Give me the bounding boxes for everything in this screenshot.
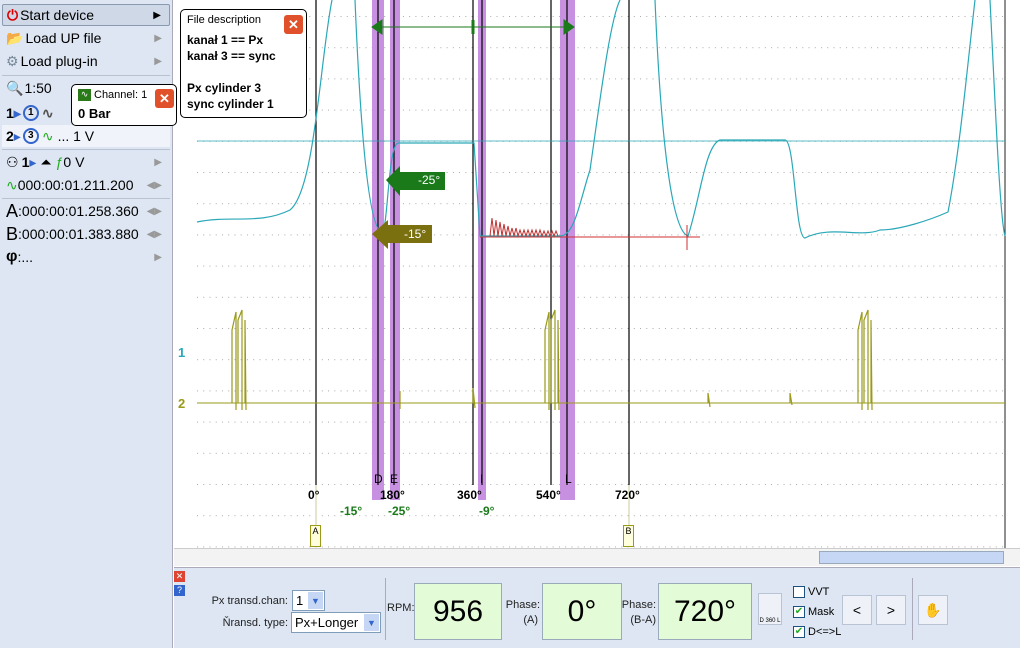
arrow-label: -15° bbox=[404, 227, 427, 241]
angle-label: -9° bbox=[479, 504, 495, 518]
trigger-level-icon: ƒ bbox=[55, 154, 64, 170]
cursor-b-tag[interactable]: B bbox=[623, 525, 634, 547]
cursor-a-tag[interactable]: A bbox=[310, 525, 321, 547]
chevron-right-icon: ▶ bbox=[154, 55, 162, 67]
prev-button[interactable]: < bbox=[842, 595, 872, 625]
rpm-display: 956 bbox=[414, 583, 502, 640]
marker-letter: E bbox=[390, 472, 399, 486]
px-chan-select[interactable]: 1 ▼ bbox=[292, 590, 325, 611]
transd-type-select[interactable]: Px+Longer ▼ bbox=[291, 612, 381, 633]
next-button[interactable]: > bbox=[876, 595, 906, 625]
close-panel-icon[interactable]: ✕ bbox=[174, 571, 185, 582]
pretrigger-row[interactable]: ∿ 000:00:01.211.200 ◀▶ bbox=[2, 174, 170, 196]
magnifier-icon: 🔍 bbox=[6, 79, 24, 96]
channel-icon: ∿ bbox=[78, 89, 91, 101]
channel-2-row[interactable]: 2 ▸ 3 ∿... 1 V bbox=[2, 125, 170, 147]
load-plugin-button[interactable]: ⚙ Load plug-in ▶ bbox=[2, 50, 170, 72]
phase-a-display: 0° bbox=[542, 583, 622, 640]
marker-letter: D bbox=[374, 472, 383, 486]
channel-badge: 1 bbox=[22, 105, 39, 121]
file-description-popup: File description ✕ kanał 1 == Px kanał 3… bbox=[180, 9, 307, 118]
cursor-b-row[interactable]: B:000:00:01.383.880 ◀▶ bbox=[2, 223, 170, 245]
power-icon: ⏻ bbox=[7, 6, 19, 23]
chevron-right-icon: ▶ bbox=[154, 32, 162, 44]
trigger-edge-icon: ⏶ bbox=[40, 153, 52, 170]
vvt-checkbox[interactable]: VVT bbox=[793, 586, 829, 598]
chevron-right-icon: ▶ bbox=[154, 156, 162, 168]
degree-label: 0° bbox=[308, 488, 320, 502]
arrows-icon[interactable]: ◀▶ bbox=[147, 229, 162, 240]
binoculars-icon: ⚇ bbox=[6, 153, 19, 170]
mask-checkbox[interactable]: ✔ Mask bbox=[793, 606, 834, 618]
arrow-label: -25° bbox=[418, 173, 441, 187]
horizontal-scrollbar[interactable] bbox=[174, 548, 1020, 566]
phi-row[interactable]: φ:... ▶ bbox=[2, 246, 170, 268]
start-device-button[interactable]: ⏻ Start device ▶ bbox=[2, 4, 170, 26]
degree-label: 180° bbox=[380, 488, 405, 502]
angle-label: -15° bbox=[340, 504, 363, 518]
degree-label: 360° bbox=[457, 488, 482, 502]
angle-label: -25° bbox=[388, 504, 411, 518]
trigger-row[interactable]: ⚇ 1 ▸ ⏶ ƒ 0 V ▶ bbox=[2, 151, 170, 173]
chevron-right-icon: ▶ bbox=[154, 251, 162, 263]
folder-icon: 📂 bbox=[6, 29, 24, 46]
cursor-a-row[interactable]: A:000:00:01.258.360 ◀▶ bbox=[2, 200, 170, 222]
hand-tool-button[interactable]: ✋ bbox=[918, 595, 948, 625]
help-icon[interactable]: ? bbox=[174, 585, 185, 596]
pretrigger-icon: ∿ bbox=[6, 176, 18, 193]
gear-icon: ⚙ bbox=[6, 52, 19, 69]
channel-2-marker[interactable]: 2 bbox=[178, 396, 185, 411]
channel-popup: ∿ Channel: 1 ✕ 0 Bar bbox=[71, 84, 177, 126]
phase-panel: ✕ ? Px transd.chan: 1 ▼ Ňransd. type: Px+… bbox=[174, 567, 1020, 648]
degree-label: 720° bbox=[615, 488, 640, 502]
wave-icon: ∿ bbox=[41, 104, 54, 121]
phase-ba-display: 720° bbox=[658, 583, 752, 640]
arrows-icon[interactable]: ◀▶ bbox=[147, 180, 162, 191]
degree-label: 540° bbox=[536, 488, 561, 502]
chevron-down-icon: ▼ bbox=[364, 614, 379, 631]
d360l-button[interactable]: D 360 L bbox=[758, 593, 782, 625]
channel-badge: 3 bbox=[22, 128, 39, 144]
chevron-down-icon: ▼ bbox=[308, 592, 323, 609]
load-up-file-button[interactable]: 📂 Load UP file ▶ bbox=[2, 27, 170, 49]
marker-letter: I bbox=[480, 472, 484, 486]
scrollbar-thumb[interactable] bbox=[819, 551, 1004, 564]
chevron-right-icon: ▶ bbox=[153, 9, 161, 21]
close-icon[interactable]: ✕ bbox=[155, 89, 174, 108]
arrows-icon[interactable]: ◀▶ bbox=[147, 206, 162, 217]
wave-icon: ∿ bbox=[41, 127, 54, 144]
dl-checkbox[interactable]: ✔ D<=>L bbox=[793, 626, 841, 638]
close-icon[interactable]: ✕ bbox=[284, 15, 303, 34]
marker-letter: L bbox=[565, 472, 572, 486]
channel-1-marker[interactable]: 1 bbox=[178, 345, 185, 360]
